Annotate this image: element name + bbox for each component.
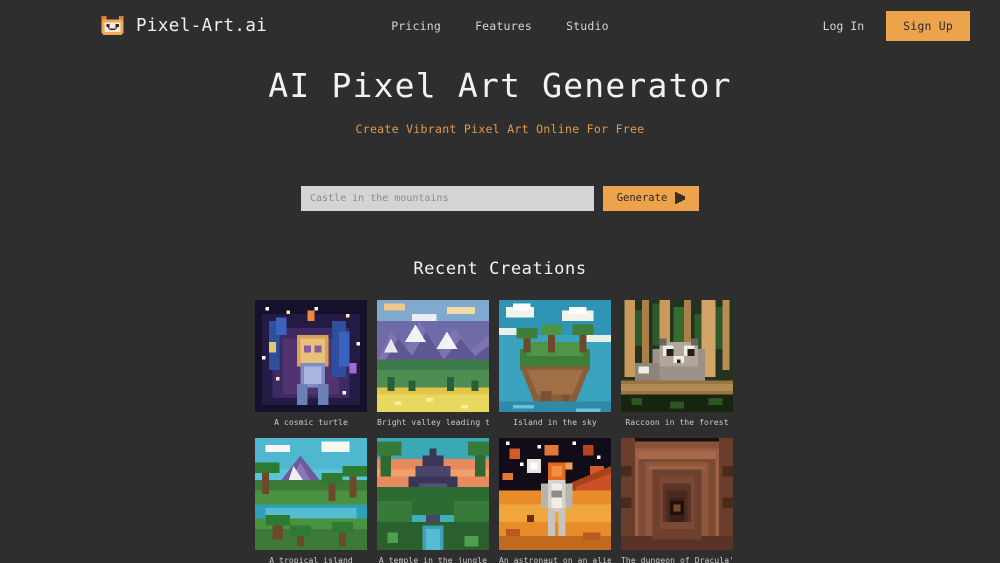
creation-caption: An astronaut on an alien pl.. (499, 555, 611, 563)
generate-button[interactable]: Generate (603, 185, 699, 211)
creation-card[interactable]: Bright valley leading to mou.. (377, 299, 489, 428)
generate-button-label: Generate (616, 192, 668, 205)
prompt-bar: Generate (0, 185, 1000, 211)
creation-card[interactable]: A temple in the jungle (377, 437, 489, 563)
creation-caption: A temple in the jungle (378, 555, 488, 563)
header-actions: Log In Sign Up (823, 10, 970, 41)
creation-thumbnail[interactable] (255, 437, 367, 550)
creation-thumbnail[interactable] (621, 437, 733, 550)
page-title: AI Pixel Art Generator (268, 66, 732, 105)
creation-thumbnail[interactable] (621, 299, 733, 412)
gallery-title: Recent Creations (413, 258, 587, 279)
creation-thumbnail[interactable] (499, 299, 611, 412)
cat-face-pixel-icon (100, 13, 125, 38)
site-header: Pixel-Art.ai Pricing Features Studio Log… (0, 0, 1000, 51)
creation-thumbnail[interactable] (499, 437, 611, 550)
hero-section: AI Pixel Art Generator Create Vibrant Pi… (0, 51, 1000, 211)
nav-item-pricing[interactable]: Pricing (391, 19, 441, 33)
nav-item-studio[interactable]: Studio (566, 19, 609, 33)
creation-caption: Island in the sky (513, 417, 597, 427)
main-nav: Pricing Features Studio (391, 19, 609, 33)
creation-caption: Bright valley leading to mou.. (377, 417, 489, 427)
creation-card[interactable]: An astronaut on an alien pl.. (499, 437, 611, 563)
creation-thumbnail[interactable] (255, 299, 367, 412)
creation-card[interactable]: The dungeon of Dracula's C... (621, 437, 733, 563)
nav-item-features[interactable]: Features (475, 19, 532, 33)
creation-caption: Raccoon in the forest (625, 417, 729, 427)
hero-subtitle: Create Vibrant Pixel Art Online For Free (355, 121, 645, 136)
creations-grid: A cosmic turtle Bright valley leading t … (255, 299, 745, 563)
signup-button[interactable]: Sign Up (886, 10, 970, 41)
creation-caption: A cosmic turtle (274, 417, 348, 427)
creation-card[interactable]: A tropical island (255, 437, 367, 563)
creation-thumbnail[interactable] (377, 299, 489, 412)
creation-caption: The dungeon of Dracula's C... (621, 555, 733, 563)
creation-thumbnail[interactable] (377, 437, 489, 550)
brand-name: Pixel-Art.ai (136, 15, 268, 36)
brand-logo[interactable]: Pixel-Art.ai (100, 13, 267, 38)
creation-card[interactable]: Raccoon in the forest (621, 299, 733, 428)
creation-card[interactable]: A cosmic turtle (255, 299, 367, 428)
recent-creations-section: Recent Creations A cosmic turtle Bright … (0, 259, 1000, 563)
creation-card[interactable]: Island in the sky (499, 299, 611, 428)
prompt-input[interactable] (301, 185, 594, 211)
login-link[interactable]: Log In (823, 19, 865, 33)
play-arrow-icon (675, 192, 686, 205)
creation-caption: A tropical island (269, 555, 353, 563)
